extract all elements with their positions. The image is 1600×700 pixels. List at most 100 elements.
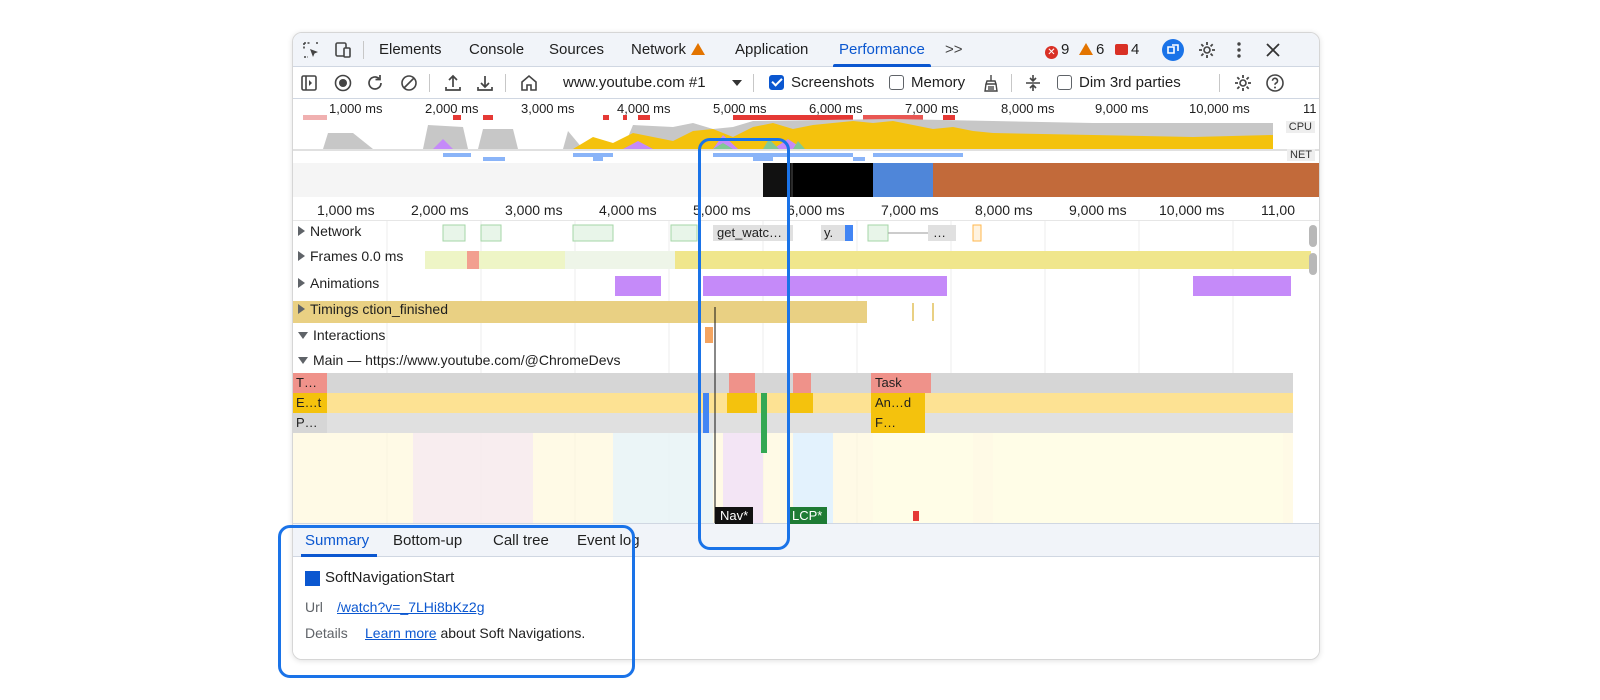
- divider: [429, 74, 430, 92]
- summary-panel: SoftNavigationStart Url /watch?v=_7LHi8b…: [293, 557, 1319, 659]
- tab-bottom-up[interactable]: Bottom-up: [393, 524, 462, 557]
- net-label: NET: [1287, 149, 1315, 161]
- tab-network-label: Network: [631, 41, 687, 58]
- warnings-badge[interactable]: 6: [1079, 33, 1104, 67]
- flame-chart-graphics: [293, 221, 1311, 523]
- divider: [363, 41, 364, 59]
- flame-chart[interactable]: Network get_watc… y. … Frames 0.0 ms Ani…: [293, 221, 1319, 523]
- ruler-tick: 3,000 ms: [505, 202, 563, 218]
- ruler-tick: 9,000 ms: [1069, 202, 1127, 218]
- tab-network[interactable]: Network: [631, 33, 706, 67]
- interactions-track-bars: [705, 327, 713, 343]
- garbage-collect-icon[interactable]: [981, 73, 1001, 93]
- track-frames[interactable]: Frames 0.0 ms: [298, 248, 403, 264]
- ruler-tick: 2,000 ms: [411, 202, 469, 218]
- errors-count: 9: [1061, 41, 1070, 58]
- flame-entry[interactable]: T…: [296, 375, 317, 390]
- inspect-element-icon[interactable]: [301, 40, 321, 60]
- memory-checkbox[interactable]: [889, 75, 904, 90]
- tab-application[interactable]: Application: [735, 33, 808, 67]
- record-icon[interactable]: [333, 73, 353, 93]
- main-thread-flame: [293, 373, 1293, 523]
- upload-icon[interactable]: [443, 73, 463, 93]
- collapse-icon: [298, 332, 308, 339]
- overview-red-strip: [303, 115, 955, 120]
- screenshots-checkbox[interactable]: [769, 75, 784, 90]
- ruler-tick: 7,000 ms: [881, 202, 939, 218]
- collapse-tracks-icon[interactable]: [1023, 73, 1043, 93]
- ruler-tick: 10,000 ms: [1159, 202, 1225, 218]
- tab-summary[interactable]: Summary: [300, 524, 378, 557]
- help-icon[interactable]: [1265, 73, 1285, 93]
- track-animations[interactable]: Animations: [298, 275, 379, 291]
- expand-icon: [298, 278, 305, 288]
- errors-badge[interactable]: ✕ 9: [1045, 33, 1069, 67]
- track-interactions[interactable]: Interactions: [298, 327, 385, 343]
- download-icon[interactable]: [475, 73, 495, 93]
- soft-navigation-marker[interactable]: Nav*: [715, 507, 754, 524]
- ruler-tick: 1,000 ms: [317, 202, 375, 218]
- capture-settings-gear-icon[interactable]: [1233, 73, 1253, 93]
- tab-event-log[interactable]: Event log: [577, 524, 640, 557]
- issues-icon: [1115, 44, 1128, 55]
- devtools-ai-icon[interactable]: [1161, 38, 1185, 62]
- home-icon[interactable]: [519, 73, 539, 93]
- network-request-label[interactable]: y.: [824, 225, 833, 240]
- track-main-label: Main — https://www.youtube.com/@ChromeDe…: [313, 352, 621, 368]
- performance-toolbar: www.youtube.com #1 Screenshots Memory Di…: [293, 67, 1319, 99]
- url-link[interactable]: /watch?v=_7LHi8bKz2g: [337, 599, 485, 615]
- ruler-tick: 5,000 ms: [693, 202, 751, 218]
- timeline-ruler: 1,000 ms 2,000 ms 3,000 ms 4,000 ms 5,00…: [293, 199, 1319, 221]
- ruler-tick: 8,000 ms: [975, 202, 1033, 218]
- scrollbar-thumb[interactable]: [1309, 253, 1317, 275]
- issues-badge[interactable]: 4: [1115, 33, 1139, 67]
- flame-entry[interactable]: F…: [875, 415, 896, 430]
- net-bars: [443, 153, 963, 161]
- dim-third-parties-checkbox[interactable]: [1057, 75, 1072, 90]
- network-request-label[interactable]: get_watc…: [717, 225, 782, 240]
- tab-elements[interactable]: Elements: [379, 33, 442, 67]
- settings-gear-icon[interactable]: [1197, 40, 1217, 60]
- dim-third-parties-label: Dim 3rd parties: [1079, 74, 1181, 91]
- timeline-overview[interactable]: 1,000 ms 2,000 ms 3,000 ms 4,000 ms 5,00…: [293, 99, 1319, 199]
- learn-more-link[interactable]: Learn more: [365, 625, 437, 641]
- divider: [753, 74, 754, 92]
- flame-entry-task[interactable]: Task: [875, 375, 902, 390]
- track-main[interactable]: Main — https://www.youtube.com/@ChromeDe…: [298, 352, 621, 368]
- track-timings[interactable]: Timings ction_finished: [298, 301, 448, 317]
- memory-label: Memory: [911, 74, 966, 91]
- tab-performance[interactable]: Performance: [833, 33, 931, 67]
- expand-icon: [298, 251, 305, 261]
- clear-icon[interactable]: [399, 73, 419, 93]
- event-color-swatch: [305, 571, 320, 586]
- network-request-label[interactable]: …: [933, 225, 946, 240]
- tab-call-tree[interactable]: Call tree: [493, 524, 549, 557]
- toggle-sidebar-icon[interactable]: [299, 73, 319, 93]
- recording-select[interactable]: www.youtube.com #1: [563, 67, 706, 99]
- close-icon[interactable]: [1263, 40, 1283, 60]
- collapse-icon: [298, 357, 308, 364]
- url-key: Url: [305, 599, 323, 615]
- devtools-window: Elements Console Sources Network Applica…: [292, 32, 1320, 660]
- warning-icon: [1079, 43, 1093, 55]
- chevron-down-icon[interactable]: [731, 79, 743, 87]
- tab-sources[interactable]: Sources: [549, 33, 604, 67]
- reload-icon[interactable]: [365, 73, 385, 93]
- ruler-tick: 11,00: [1261, 202, 1295, 218]
- lcp-marker[interactable]: LCP*: [787, 507, 828, 524]
- animations-track-bars: [615, 276, 1291, 296]
- flame-entry[interactable]: E…t: [296, 395, 321, 410]
- network-track-bars: [442, 224, 982, 242]
- details-rest: about Soft Navigations.: [440, 625, 586, 641]
- scrollbar-thumb[interactable]: [1309, 225, 1317, 247]
- tab-console[interactable]: Console: [469, 33, 524, 67]
- track-network[interactable]: Network: [298, 223, 361, 239]
- frames-value: 0.0 ms: [361, 248, 404, 264]
- device-toolbar-icon[interactable]: [333, 40, 353, 60]
- more-options-icon[interactable]: [1229, 40, 1249, 60]
- flame-entry[interactable]: P…: [296, 415, 318, 430]
- more-tabs-button[interactable]: >>: [945, 33, 963, 67]
- flame-entry[interactable]: An…d: [875, 395, 911, 410]
- track-timings-label: Timings: [310, 301, 359, 317]
- track-interactions-label: Interactions: [313, 327, 386, 343]
